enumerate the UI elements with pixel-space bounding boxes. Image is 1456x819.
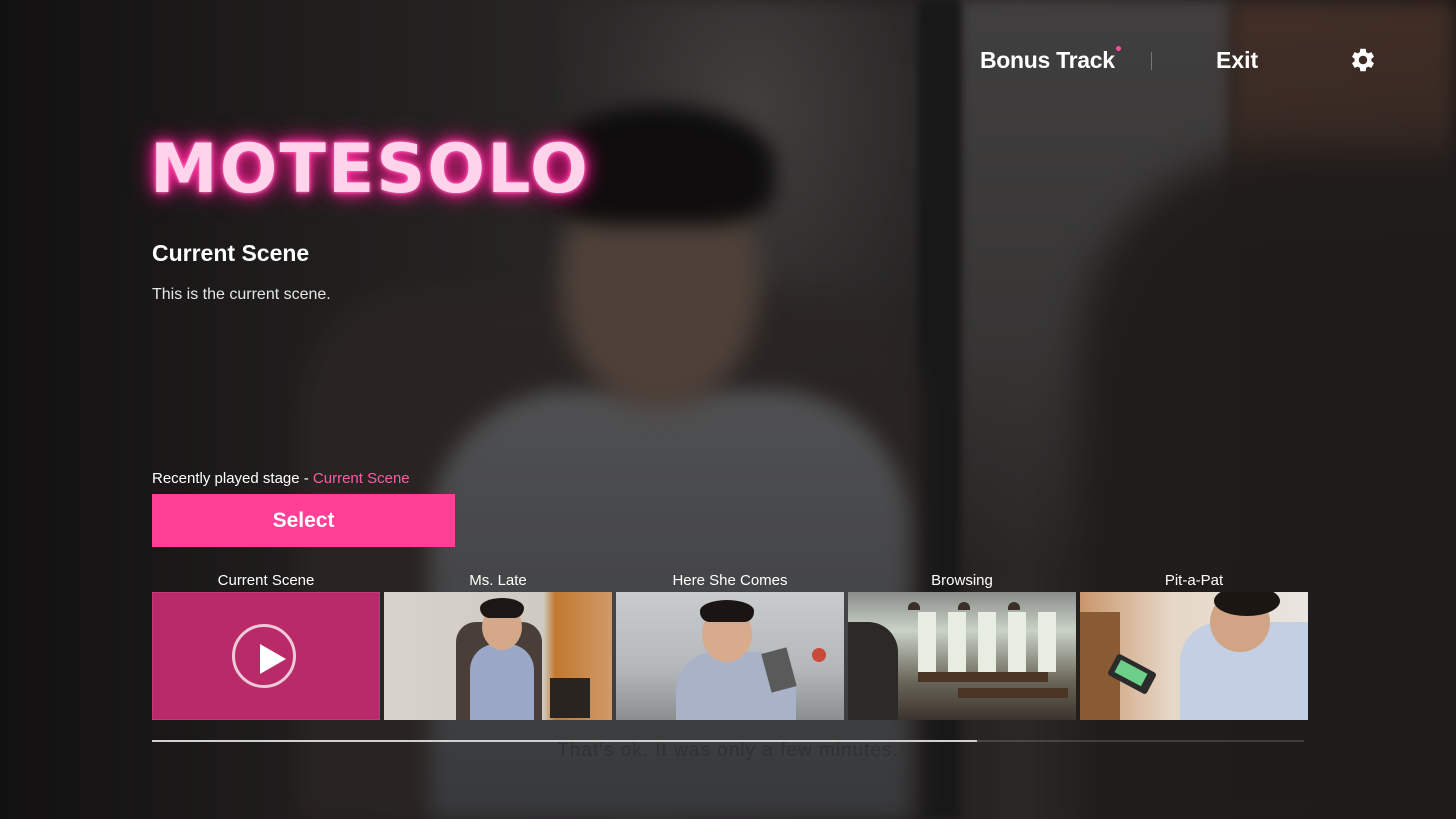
scene-thumbnail (616, 592, 844, 720)
bonus-track-button[interactable]: Bonus Track (980, 47, 1115, 74)
top-bar: Bonus Track Exit (0, 42, 1456, 82)
scene-carousel: Current Scene Ms. Late Here She Comes Br… (152, 570, 1308, 722)
recently-played-text: Recently played stage - Current Scene (152, 470, 410, 487)
recently-played-prefix: Recently played stage - (152, 470, 313, 487)
gear-icon[interactable] (1349, 46, 1377, 74)
exit-button[interactable]: Exit (1216, 47, 1258, 74)
game-logo: MOTESOLO (150, 130, 590, 209)
divider (1151, 52, 1152, 70)
scene-thumbnail (848, 592, 1076, 720)
recently-played-stage: Current Scene (312, 470, 410, 487)
scene-tile-label: Browsing (931, 572, 993, 589)
scene-tile-pit-a-pat[interactable]: Pit-a-Pat (1080, 570, 1308, 722)
scene-tile-current-scene[interactable]: Current Scene (152, 570, 380, 722)
scene-tile-browsing[interactable]: Browsing (848, 570, 1076, 722)
scene-description: This is the current scene. (152, 286, 331, 303)
scene-tile-label: Current Scene (217, 572, 315, 589)
scene-tile-label: Ms. Late (469, 572, 527, 589)
video-subtitle: That's ok. It was only a few minutes. (557, 740, 899, 761)
scene-tile-ms-late[interactable]: Ms. Late (384, 570, 612, 722)
scene-thumbnail (1080, 592, 1308, 720)
scene-thumbnail (152, 592, 380, 720)
select-button[interactable]: Select (152, 494, 455, 547)
new-indicator-dot (1116, 46, 1121, 51)
scene-tile-label: Pit-a-Pat (1164, 572, 1224, 589)
scene-thumbnail (384, 592, 612, 720)
scene-title: Current Scene (152, 240, 310, 266)
scene-tile-label: Here She Comes (672, 572, 788, 589)
play-icon (232, 624, 296, 688)
scene-tile-here-she-comes[interactable]: Here She Comes (616, 570, 844, 722)
